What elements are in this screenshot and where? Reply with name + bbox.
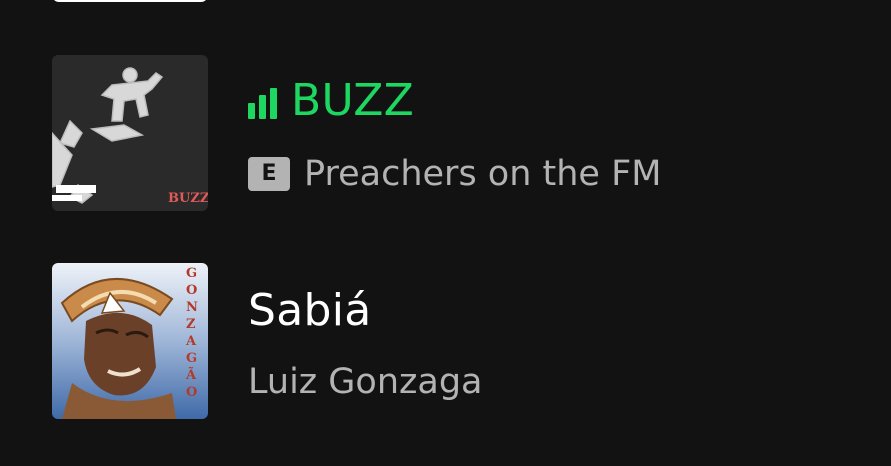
track-artist[interactable]: Luiz Gonzaga (248, 360, 483, 404)
cover-text-buzz: BUZZ (168, 191, 208, 206)
album-cover-gonzagao: G O N Z A G Ã O (52, 263, 208, 419)
track-list: BUZZ BUZZ E Preachers on the FM G O N Z … (0, 0, 891, 466)
album-cover-buzz: BUZZ (52, 55, 208, 211)
track-row-sabia[interactable]: G O N Z A G Ã O Sabiá Luiz Gonzaga (0, 263, 891, 419)
track-title: BUZZ (291, 75, 415, 126)
previous-track-artwork[interactable] (52, 0, 208, 2)
explicit-badge-icon: E (248, 157, 290, 191)
track-artist[interactable]: Preachers on the FM (304, 152, 661, 196)
track-row-buzz[interactable]: BUZZ BUZZ E Preachers on the FM (0, 55, 891, 211)
track-title: Sabiá (248, 285, 372, 336)
equalizer-bars-icon (248, 88, 277, 119)
